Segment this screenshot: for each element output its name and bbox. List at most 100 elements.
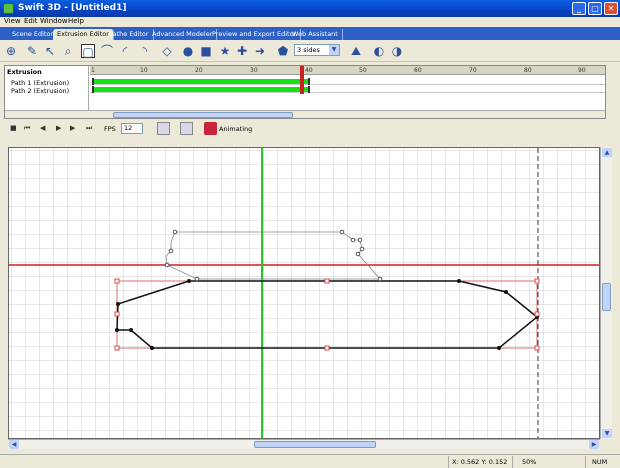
- timeline-row-path2[interactable]: Path 2 (Extrusion): [11, 87, 69, 95]
- canvas-horizontal-scrollbar[interactable]: ◀ ▶: [8, 439, 600, 449]
- keyframe-marker[interactable]: [308, 86, 310, 93]
- pen-tool-icon[interactable]: ✎: [25, 44, 39, 58]
- keyframe-marker[interactable]: [92, 86, 94, 93]
- scroll-up-icon[interactable]: ▲: [602, 148, 612, 157]
- select-box-icon[interactable]: ▢: [81, 44, 95, 59]
- selection-handle[interactable]: [324, 345, 330, 351]
- timeline-row-path1[interactable]: Path 1 (Extrusion): [11, 79, 69, 87]
- menu-help[interactable]: Help: [68, 17, 84, 25]
- timeline-ruler[interactable]: 1 10 20 30 40 50 60 70 80 90: [90, 66, 605, 75]
- path-point[interactable]: [194, 276, 200, 282]
- selection-handle[interactable]: [114, 278, 120, 284]
- canvas-svg[interactable]: [9, 148, 600, 439]
- stop-icon[interactable]: ■: [10, 124, 17, 132]
- path-point[interactable]: [497, 346, 501, 350]
- menu-edit[interactable]: Edit: [24, 17, 38, 25]
- keyframe-marker[interactable]: [92, 78, 94, 85]
- minimize-button[interactable]: _: [572, 2, 586, 15]
- edit-path-icon[interactable]: [180, 122, 193, 135]
- pointer-tool-icon[interactable]: ↖: [43, 44, 57, 58]
- selection-handle[interactable]: [534, 278, 540, 284]
- selection-handle[interactable]: [534, 345, 540, 351]
- keyframe-span[interactable]: [94, 79, 308, 84]
- timeline-scroll-thumb[interactable]: [113, 112, 293, 118]
- tab-lathe-editor[interactable]: Lathe Editor: [105, 29, 154, 40]
- path-point[interactable]: [115, 328, 119, 332]
- scroll-right-icon[interactable]: ▶: [589, 440, 599, 449]
- ruler-tick: 60: [414, 67, 422, 74]
- arc-left-icon[interactable]: ◜: [118, 44, 132, 58]
- status-divider: [585, 456, 586, 468]
- vertical-scroll-thumb[interactable]: [602, 283, 611, 311]
- path-point[interactable]: [339, 229, 345, 235]
- tab-scene-editor[interactable]: Scene Editor: [8, 29, 59, 40]
- last-frame-icon[interactable]: ⏭: [86, 124, 92, 133]
- path-point[interactable]: [168, 248, 174, 254]
- loop-icon[interactable]: [157, 122, 170, 135]
- fps-input[interactable]: 12: [121, 123, 143, 134]
- close-button[interactable]: ✕: [604, 2, 618, 15]
- menu-window[interactable]: Window: [40, 17, 68, 25]
- status-coordinates: X: 0.562 Y: 0.152: [452, 458, 508, 466]
- menu-view[interactable]: View: [4, 17, 21, 25]
- circle-shape-icon[interactable]: ●: [181, 44, 195, 58]
- drawing-canvas[interactable]: [8, 147, 600, 439]
- ruler-tick: 50: [359, 67, 367, 74]
- play-icon[interactable]: ▶: [56, 124, 61, 132]
- chevron-down-icon: ▼: [329, 45, 339, 55]
- selection-handle[interactable]: [534, 311, 540, 317]
- path-point[interactable]: [359, 246, 365, 252]
- timeline-scrollbar[interactable]: [5, 110, 605, 118]
- next-frame-icon[interactable]: ▶: [70, 124, 75, 132]
- selection-handle[interactable]: [114, 345, 120, 351]
- timeline-track-path2[interactable]: [90, 86, 605, 93]
- selection-handle[interactable]: [324, 278, 330, 284]
- tab-web-assistant[interactable]: Web Assistant: [288, 29, 343, 40]
- star-shape-icon[interactable]: ★: [218, 44, 232, 58]
- keyframe-span[interactable]: [94, 87, 308, 92]
- add-point-icon[interactable]: ⊕: [4, 44, 18, 58]
- path-point[interactable]: [355, 251, 361, 257]
- timeline-playhead[interactable]: [300, 66, 304, 94]
- selection-handle[interactable]: [114, 311, 120, 317]
- path-point[interactable]: [357, 237, 363, 243]
- path-point[interactable]: [116, 302, 120, 306]
- path-point[interactable]: [172, 229, 178, 235]
- path-point[interactable]: [129, 328, 133, 332]
- maximize-button[interactable]: □: [588, 2, 602, 15]
- previous-frame-icon[interactable]: ◀: [40, 124, 45, 132]
- canvas-vertical-scrollbar[interactable]: ▲ ▼: [600, 147, 612, 439]
- path-point[interactable]: [504, 290, 508, 294]
- path-point[interactable]: [187, 279, 191, 283]
- path-point[interactable]: [164, 262, 170, 268]
- polygon-sides-select[interactable]: 3 sides ▼: [294, 44, 340, 56]
- arc-right-icon[interactable]: ◝: [138, 44, 152, 58]
- status-zoom: 50%: [522, 458, 537, 466]
- polygon-sides-value: 3 sides: [297, 46, 320, 54]
- corner-point-icon[interactable]: ◇: [160, 44, 174, 58]
- path-point[interactable]: [457, 279, 461, 283]
- square-shape-icon[interactable]: ■: [199, 44, 213, 58]
- flip-vertical-icon[interactable]: ◑: [390, 44, 404, 58]
- keyframe-marker[interactable]: [308, 78, 310, 85]
- path-point[interactable]: [350, 237, 356, 243]
- cross-shape-icon[interactable]: ✚: [235, 44, 249, 58]
- first-frame-icon[interactable]: ⏮: [24, 124, 30, 133]
- mountain-icon[interactable]: ⛰: [349, 44, 363, 58]
- path-point[interactable]: [377, 276, 383, 282]
- arrow-shape-icon[interactable]: ➜: [253, 44, 267, 58]
- tab-advanced-modeler[interactable]: Advanced Modeler: [148, 29, 218, 40]
- magnifier-icon[interactable]: ⌕: [61, 44, 75, 58]
- flip-horizontal-icon[interactable]: ◐: [372, 44, 386, 58]
- animating-icon[interactable]: [204, 122, 217, 135]
- canvas-grid: [9, 148, 599, 438]
- polygon-shape-icon[interactable]: ⬟: [276, 44, 290, 58]
- path-point[interactable]: [150, 346, 154, 350]
- horizontal-scroll-thumb[interactable]: [254, 441, 376, 448]
- scroll-left-icon[interactable]: ◀: [9, 440, 19, 449]
- status-bar: X: 0.562 Y: 0.152 50% NUM: [0, 454, 620, 468]
- curve-tool-icon[interactable]: ⌒: [100, 44, 114, 58]
- swift3d-logo-icon: [3, 3, 14, 14]
- timeline-track-path1[interactable]: [90, 78, 605, 85]
- scroll-down-icon[interactable]: ▼: [602, 429, 612, 438]
